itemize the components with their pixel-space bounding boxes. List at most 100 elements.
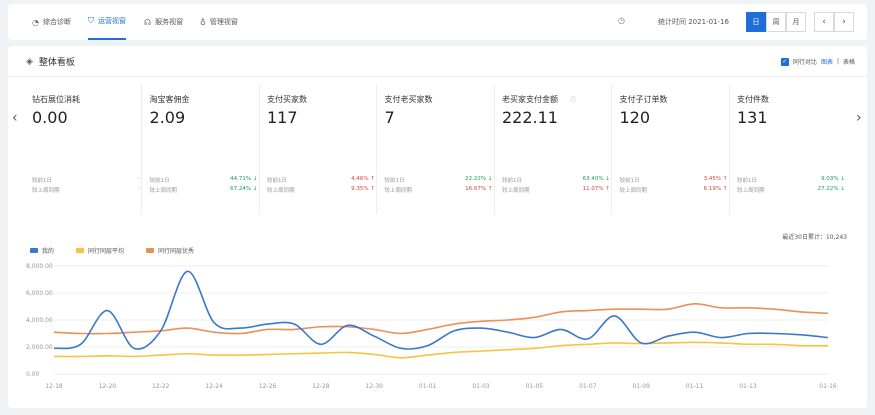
layers-icon: ◈ [26, 56, 33, 67]
y-tick-label: 6,000.00 [26, 290, 53, 297]
gauge-icon: ◔ [32, 17, 39, 27]
x-tick-label: 12-28 [312, 383, 330, 390]
x-tick-label: 01-16 [819, 383, 837, 390]
compare-row-day: 较前1日 - [32, 176, 140, 184]
compare-value: 9.03% ↓ [821, 176, 845, 182]
metric-card[interactable]: 支付子订单数 120 较前1日 3.45% ↑ 较上周同期 6.19% ↑ [616, 84, 730, 214]
x-tick-label: 12-22 [152, 383, 170, 390]
overview-panel: ◈ 整体看板 ✓ 同行对比 图表 | 表格 ‹ › 钻石展位消耗 0.00 较前1日… [8, 46, 867, 408]
compare-label: 较前1日 [619, 178, 640, 184]
compare-row-day: 较前1日 9.03% ↓ [737, 176, 845, 184]
metric-value: 222.11 [502, 108, 558, 127]
tab-service[interactable]: ☊ 服务视窗 [144, 4, 183, 40]
shield-icon: ⛉ [88, 16, 94, 25]
legend-swatch [76, 248, 85, 253]
prev-date-button[interactable]: ‹ [814, 12, 834, 32]
compare-row-week: 较上周同期 - [32, 186, 140, 194]
metric-card[interactable]: 支付件数 131 较前1日 9.03% ↓ 较上周同期 27.22% ↓ [733, 84, 847, 214]
metric-label: 支付老买家数 [384, 95, 433, 104]
chevron-left-icon: ‹ [822, 17, 826, 27]
compare-label: 较上周同期 [149, 188, 178, 194]
metric-card[interactable]: 淘宝客佣金 2.09 较前1日 44.71% ↓ 较上周同期 67.24% ↓ [146, 84, 260, 214]
y-tick-label: 8,000.00 [26, 263, 53, 270]
x-tick-label: 01-05 [526, 383, 544, 390]
bulb-icon: ♁ [200, 17, 206, 27]
cards-prev-button[interactable]: ‹ [12, 110, 18, 126]
next-date-button[interactable]: › [834, 12, 854, 32]
tab-label: 运营视窗 [98, 17, 126, 25]
compare-label: 较前1日 [32, 178, 52, 184]
compare-row-week: 较上周同期 11.07% ↑ [502, 186, 610, 194]
top-nav-bar: ◔ 综合诊断 ⛉ 运营视窗 ☊ 服务视窗 ♁ 管理视窗 ◷ 统计时间 2021-… [8, 4, 867, 40]
compare-row-day: 较前1日 3.45% ↑ [620, 176, 728, 184]
x-tick-label: 01-11 [686, 383, 704, 390]
view-chart-link[interactable]: 图表 [821, 57, 833, 66]
separator: | [836, 58, 839, 65]
view-table-link[interactable]: 表格 [843, 57, 855, 66]
y-tick-label: 0.00 [26, 371, 40, 378]
x-tick-label: 12-18 [45, 383, 63, 390]
compare-label: 较上周同期 [502, 188, 530, 194]
compare-label: 较上周同期 [737, 188, 765, 194]
stats-time: ◷ 统计时间 2021-01-16 [618, 16, 729, 27]
compare-value: 67.24% ↓ [230, 186, 258, 192]
metric-value: 131 [737, 108, 768, 127]
compare-row-week: 较上周同期 27.22% ↓ [737, 186, 845, 194]
tab-label: 综合诊断 [42, 18, 71, 26]
cards-next-button[interactable]: › [856, 110, 862, 126]
metric-value: 0.00 [32, 108, 68, 127]
chart-total: 最近30日累计：10,243 [782, 234, 847, 241]
compare-label: 较上周同期 [267, 188, 295, 194]
compare-value: 9.35% ↑ [351, 186, 375, 192]
chevron-right-icon: › [842, 17, 846, 27]
legend-swatch [146, 248, 155, 253]
tab-diagnosis[interactable]: ◔ 综合诊断 [32, 4, 71, 40]
tab-management[interactable]: ♁ 管理视窗 [200, 4, 238, 40]
compare-label: 较前1日 [502, 178, 522, 184]
series-line [53, 270, 829, 350]
panel-title-text: 整体看板 [38, 58, 75, 68]
compare-row-day: 较前1日 44.71% ↓ [150, 176, 258, 184]
compare-row-day: 较前1日 4.46% ↑ [267, 176, 375, 184]
metric-label: 支付件数 [737, 95, 769, 104]
x-tick-label: 01-07 [579, 383, 597, 390]
x-tick-label: 12-24 [205, 383, 223, 390]
compare-label: 较上周同期 [619, 188, 648, 194]
metric-card[interactable]: 支付买家数 117 较前1日 4.46% ↑ 较上周同期 9.35% ↑ [263, 84, 377, 214]
period-month-button[interactable]: 月 [786, 12, 806, 32]
compare-label: 较上周同期 [384, 188, 413, 194]
divider [8, 76, 867, 77]
period-week-button[interactable]: 周 [766, 12, 786, 32]
tab-label: 管理视窗 [209, 18, 238, 26]
legend-swatch [30, 248, 38, 253]
compare-label: 较前1日 [149, 178, 170, 184]
compare-value: 11.07% ↑ [582, 186, 610, 192]
compare-row-day: 较前1日 63.40% ↓ [502, 176, 610, 184]
x-tick-label: 12-26 [259, 383, 277, 390]
metric-label: 支付买家数 [267, 95, 307, 104]
metric-card[interactable]: 钻石展位消耗 0.00 较前1日 - 较上周同期 - [28, 84, 142, 214]
tab-label: 服务视窗 [155, 18, 184, 26]
compare-row-week: 较上周同期 6.19% ↑ [620, 186, 728, 194]
compare-label: 较前1日 [267, 178, 287, 184]
compare-value: 27.22% ↓ [817, 186, 845, 192]
metric-card[interactable]: 老买家支付金额 ⓘ 222.11 较前1日 63.40% ↓ 较上周同期 11.07% ↑ [498, 84, 612, 214]
info-icon[interactable]: ⓘ [570, 95, 576, 104]
compare-value: 22.22% ↓ [465, 176, 493, 182]
compare-value: 63.40% ↓ [582, 176, 610, 182]
stats-time-text: 统计时间 2021-01-16 [658, 18, 729, 26]
metric-label: 钻石展位消耗 [32, 95, 80, 104]
tab-operations[interactable]: ⛉ 运营视窗 [88, 4, 126, 40]
period-day-button[interactable]: 日 [746, 12, 766, 32]
y-tick-label: 2,000.00 [26, 344, 53, 351]
compare-checkbox[interactable]: ✓ [780, 57, 789, 66]
compare-label: 较前1日 [384, 178, 405, 184]
metric-label: 老买家支付金额 [502, 95, 558, 104]
metric-label: 支付子订单数 [619, 95, 668, 104]
x-tick-label: 12-20 [99, 383, 117, 390]
metric-value: 2.09 [149, 108, 186, 127]
compare-value: 6.19% ↑ [703, 186, 728, 192]
metric-card[interactable]: 支付老买家数 7 较前1日 22.22% ↓ 较上周同期 16.67% ↑ [381, 84, 495, 214]
compare-label: 较上周同期 [32, 188, 60, 194]
compare-value: 44.71% ↓ [230, 176, 258, 182]
